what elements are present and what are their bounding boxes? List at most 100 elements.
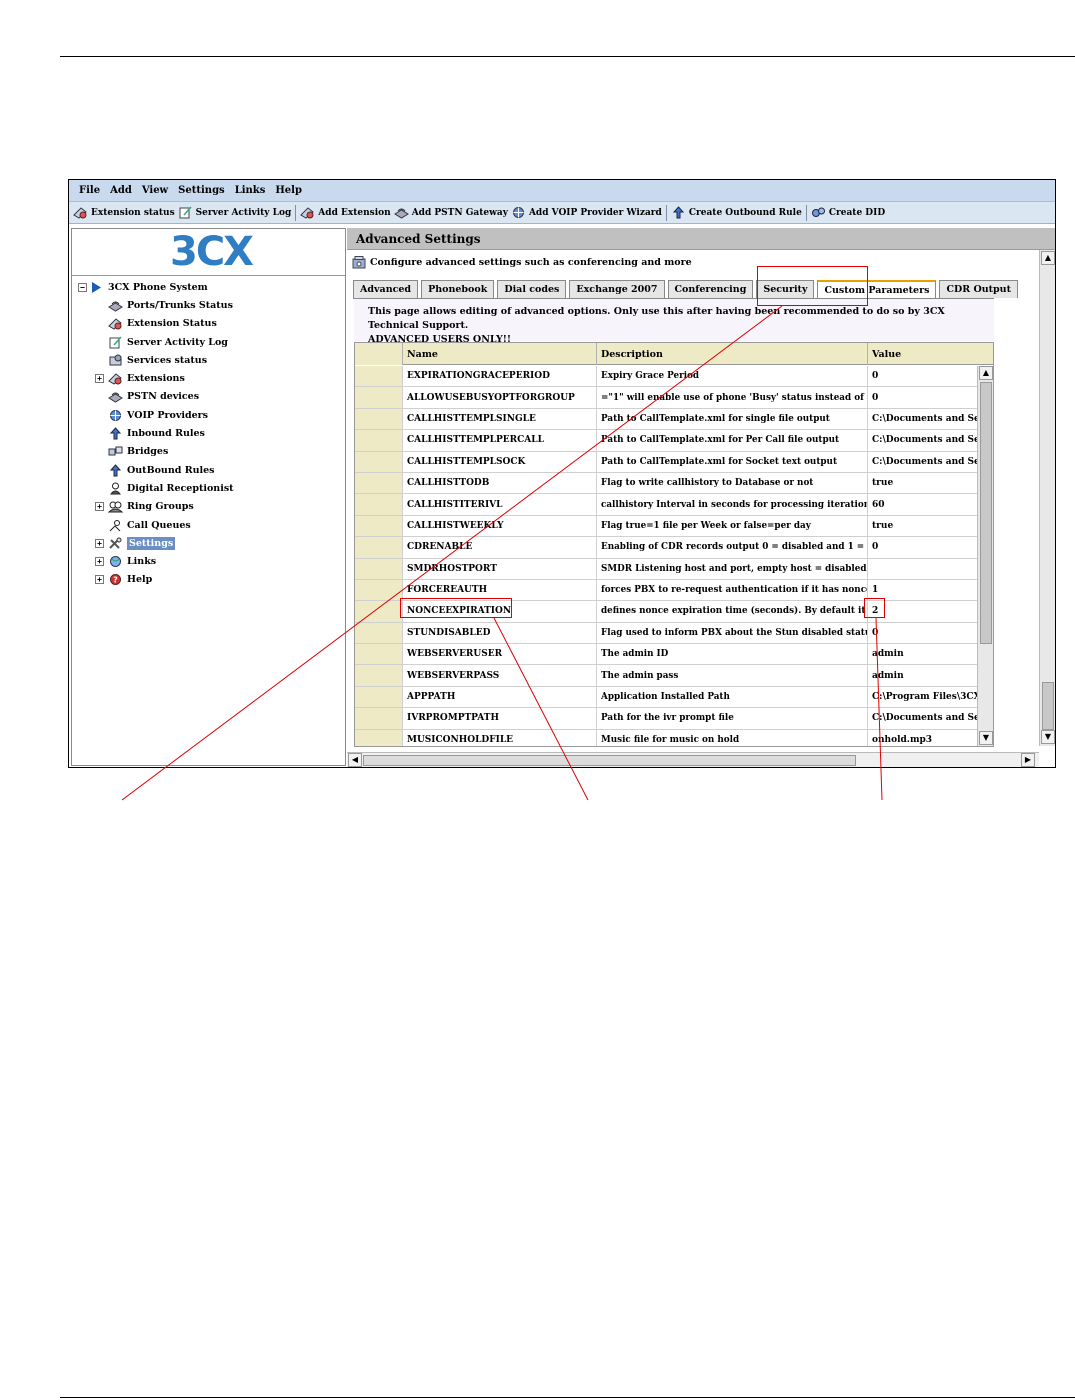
param-name-cell[interactable]: CDRENABLE [403, 537, 597, 558]
table-row[interactable]: CALLHISTTEMPLSOCK Path to CallTemplate.xm… [355, 451, 977, 473]
param-description-cell[interactable]: Path to CallTemplate.xml for Per Call fi… [597, 430, 868, 451]
param-description-cell[interactable]: Enabling of CDR records output 0 = disab… [597, 537, 868, 558]
param-description-cell[interactable]: Flag to write callhistory to Database or… [597, 472, 868, 494]
param-name-cell[interactable]: CALLHISTTEMPLSINGLE [403, 408, 597, 430]
tree-item-extensions[interactable]: + Extensions [72, 369, 345, 387]
row-selector[interactable] [355, 451, 403, 472]
param-name-cell[interactable]: WEBSERVERPASS [403, 665, 597, 686]
param-value-cell[interactable]: true [868, 473, 977, 493]
param-description-cell[interactable]: forces PBX to re-request authentication … [597, 579, 868, 601]
toolbar-add-extension-button[interactable]: Add Extension [300, 206, 391, 219]
toolbar-create-outbound-rule-button[interactable]: Create Outbound Rule [671, 206, 802, 219]
table-row[interactable]: MUSICONHOLDFILE Music file for music on h… [355, 729, 977, 746]
param-value-cell[interactable]: C:\Documents and Sett [868, 409, 977, 429]
grid-scroll-up[interactable]: ▲ [979, 366, 993, 380]
param-description-cell[interactable]: Expiry Grace Period [597, 366, 868, 387]
grid-scroll-down[interactable]: ▼ [979, 731, 993, 745]
main-scroll-thumb[interactable] [1042, 682, 1054, 730]
row-selector[interactable] [355, 408, 403, 430]
grid-vertical-scrollbar[interactable]: ▲ ▼ [977, 366, 993, 746]
tree-item-outbound-rules[interactable]: OutBound Rules [72, 461, 345, 479]
toolbar-create-did-button[interactable]: Create DID [811, 206, 885, 219]
tree-item-help[interactable]: +? Help [72, 571, 345, 589]
main-scroll-down[interactable]: ▼ [1041, 730, 1055, 744]
main-scroll-right[interactable]: ▶ [1021, 753, 1035, 767]
tree-expander-icon[interactable]: + [95, 575, 104, 585]
param-description-cell[interactable]: Flag used to inform PBX about the Stun d… [597, 622, 868, 644]
main-scroll-up[interactable]: ▲ [1041, 251, 1055, 265]
param-value-cell[interactable]: C:\Documents and Sett [868, 452, 977, 472]
table-row[interactable]: CALLHISTITERIVL callhistory Interval in s… [355, 494, 977, 516]
param-value-cell[interactable]: C:\Program Files\3CX [868, 687, 977, 707]
tree-item-ports-trunks-status[interactable]: Ports/Trunks Status [72, 296, 345, 314]
menu-help[interactable]: Help [275, 185, 302, 196]
column-header-description[interactable]: Description [597, 343, 868, 365]
param-value-cell[interactable]: onhold.mp3 [868, 730, 977, 746]
row-selector[interactable] [355, 708, 403, 729]
tab-phonebook[interactable]: Phonebook [421, 280, 495, 298]
param-description-cell[interactable]: ="1" will enable use of phone 'Busy' sta… [597, 387, 868, 408]
param-value-cell[interactable]: admin [868, 665, 977, 685]
tree-item-server-activity-log[interactable]: Server Activity Log [72, 333, 345, 351]
table-row[interactable]: CALLHISTTEMPLPERCALL Path to CallTemplate… [355, 430, 977, 452]
param-value-cell[interactable]: C:\Documents and Sett [868, 430, 977, 450]
menu-links[interactable]: Links [235, 185, 266, 196]
table-row[interactable]: IVRPROMPTPATH Path for the ivr prompt fil… [355, 708, 977, 730]
param-value-cell[interactable]: 60 [868, 494, 977, 514]
param-value-cell[interactable]: 0 [868, 623, 977, 643]
table-row[interactable]: ALLOWUSEBUSYOPTFORGROUP ="1" will enable … [355, 387, 977, 409]
param-description-cell[interactable]: defines nonce expiration time (seconds).… [597, 601, 868, 622]
param-value-cell[interactable]: 0 [868, 366, 977, 386]
toolbar-extension-status-button[interactable]: Extension status [73, 206, 175, 219]
column-header-name[interactable]: Name [403, 343, 597, 365]
table-row[interactable]: WEBSERVERUSER The admin ID admin [355, 644, 977, 666]
row-selector[interactable] [355, 622, 403, 644]
row-selector[interactable] [355, 644, 403, 665]
row-selector[interactable] [355, 686, 403, 708]
row-selector[interactable] [355, 387, 403, 408]
tree-item-3cx-phone-system[interactable]: − 3CX Phone System [72, 278, 345, 296]
row-selector[interactable] [355, 515, 403, 537]
param-description-cell[interactable]: Path to CallTemplate.xml for single file… [597, 408, 868, 430]
tree-expander-icon[interactable]: + [95, 538, 104, 548]
tree-item-links[interactable]: + Links [72, 552, 345, 570]
param-description-cell[interactable]: Flag true=1 file per Week or false=per d… [597, 515, 868, 537]
param-value-cell[interactable]: admin [868, 644, 977, 664]
tree-expander-icon[interactable]: − [78, 282, 87, 292]
row-selector[interactable] [355, 558, 403, 579]
param-value-cell[interactable]: true [868, 516, 977, 536]
tab-exchange-2007[interactable]: Exchange 2007 [569, 280, 665, 298]
param-name-cell[interactable]: STUNDISABLED [403, 622, 597, 644]
main-hscroll-thumb[interactable] [363, 755, 856, 766]
tree-expander-icon[interactable]: + [95, 374, 104, 384]
tree-expander-icon[interactable]: + [95, 502, 104, 512]
table-row[interactable]: CALLHISTWEEKLY Flag true=1 file per Week … [355, 515, 977, 538]
row-selector[interactable] [355, 601, 403, 622]
menu-settings[interactable]: Settings [178, 185, 225, 196]
param-name-cell[interactable]: APPPATH [403, 686, 597, 708]
column-header-value[interactable]: Value [868, 343, 993, 365]
row-selector[interactable] [355, 366, 403, 387]
param-name-cell[interactable]: MUSICONHOLDFILE [403, 729, 597, 746]
row-selector[interactable] [355, 579, 403, 601]
main-vertical-scrollbar[interactable]: ▲ ▼ [1039, 250, 1055, 746]
table-row[interactable]: WEBSERVERPASS The admin pass admin [355, 665, 977, 687]
tree-item-inbound-rules[interactable]: Inbound Rules [72, 424, 345, 442]
table-row[interactable]: CDRENABLE Enabling of CDR records output … [355, 537, 977, 559]
param-value-cell[interactable]: 0 [868, 537, 977, 557]
main-scroll-left[interactable]: ◀ [348, 753, 362, 767]
table-row[interactable]: CALLHISTTODB Flag to write callhistory to… [355, 472, 977, 495]
param-description-cell[interactable]: The admin pass [597, 665, 868, 686]
param-name-cell[interactable]: CALLHISTTEMPLPERCALL [403, 430, 597, 451]
tree-item-bridges[interactable]: Bridges [72, 443, 345, 461]
param-description-cell[interactable]: Path to CallTemplate.xml for Socket text… [597, 451, 868, 472]
param-name-cell[interactable]: CALLHISTITERIVL [403, 494, 597, 515]
param-description-cell[interactable]: The admin ID [597, 644, 868, 665]
tree-item-digital-receptionist[interactable]: Digital Receptionist [72, 479, 345, 497]
menu-file[interactable]: File [79, 185, 100, 196]
toolbar-add-pstn-gateway-button[interactable]: Add PSTN Gateway [393, 206, 508, 219]
tab-conferencing[interactable]: Conferencing [667, 280, 754, 298]
row-selector[interactable] [355, 430, 403, 451]
param-value-cell[interactable]: C:\Documents and Sett [868, 708, 977, 728]
param-name-cell[interactable]: ALLOWUSEBUSYOPTFORGROUP [403, 387, 597, 408]
